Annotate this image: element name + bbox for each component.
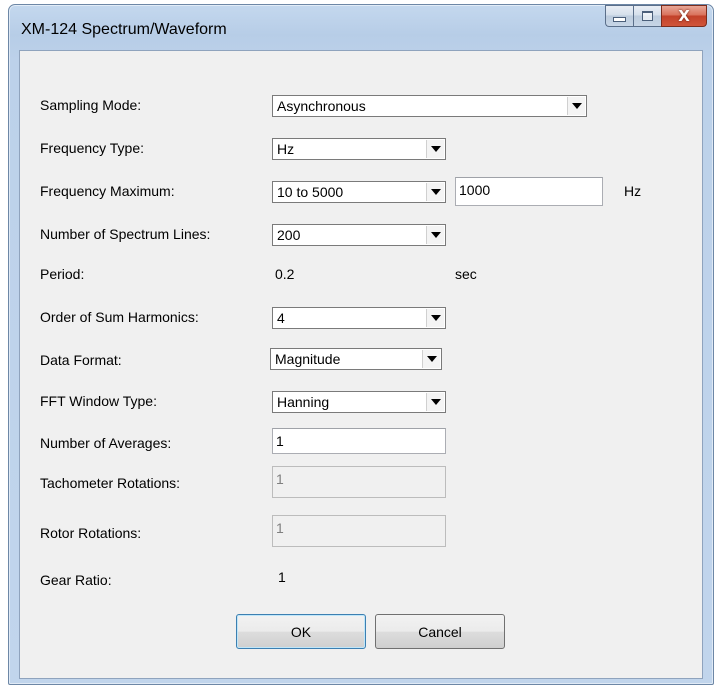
spectrum-lines-select[interactable]: 200 (272, 224, 446, 246)
spectrum-lines-label: Number of Spectrum Lines: (40, 226, 211, 242)
dropdown-button[interactable] (567, 97, 585, 115)
sampling-mode-value: Asynchronous (277, 98, 366, 114)
rotor-rotations-input[interactable]: 1 (272, 515, 446, 547)
chevron-down-icon (430, 315, 441, 321)
sum-harmonics-label: Order of Sum Harmonics: (40, 309, 199, 325)
sum-harmonics-value: 4 (277, 310, 285, 326)
chevron-down-icon (571, 103, 582, 109)
frequency-type-value: Hz (277, 141, 295, 157)
dropdown-button[interactable] (426, 140, 444, 158)
averages-label: Number of Averages: (40, 435, 172, 451)
fft-window-label: FFT Window Type: (40, 393, 157, 409)
fft-window-value: Hanning (277, 394, 330, 410)
dropdown-button[interactable] (426, 183, 444, 201)
sum-harmonics-select[interactable]: 4 (272, 307, 446, 329)
minimize-icon (613, 17, 626, 22)
data-format-value: Magnitude (275, 351, 341, 367)
dropdown-button[interactable] (426, 393, 444, 411)
dropdown-button[interactable] (426, 226, 444, 244)
dialog-window: XM-124 Spectrum/Waveform X Sampling Mode… (8, 4, 714, 685)
sampling-mode-label: Sampling Mode: (40, 97, 142, 113)
tachometer-rotations-label: Tachometer Rotations: (40, 475, 181, 491)
cancel-button[interactable]: Cancel (375, 614, 505, 649)
frequency-maximum-input[interactable]: 1000 (455, 177, 603, 206)
dialog-client-area: Sampling Mode: Asynchronous Frequency Ty… (19, 50, 703, 679)
rotor-rotations-label: Rotor Rotations: (40, 525, 142, 541)
minimize-button[interactable] (605, 5, 633, 27)
frequency-type-select[interactable]: Hz (272, 138, 446, 160)
chevron-down-icon (430, 232, 441, 238)
data-format-label: Data Format: (40, 352, 122, 368)
chevron-down-icon (430, 399, 441, 405)
spectrum-lines-value: 200 (277, 227, 301, 243)
maximize-button[interactable] (633, 5, 661, 27)
frequency-maximum-unit: Hz (624, 183, 642, 199)
gear-ratio-value: 1 (278, 569, 286, 585)
fft-window-select[interactable]: Hanning (272, 391, 446, 413)
sampling-mode-select[interactable]: Asynchronous (272, 95, 587, 117)
frequency-maximum-label: Frequency Maximum: (40, 183, 175, 199)
data-format-select[interactable]: Magnitude (270, 348, 442, 370)
gear-ratio-label: Gear Ratio: (40, 572, 112, 588)
period-value: 0.2 (275, 266, 295, 282)
dropdown-button[interactable] (426, 309, 444, 327)
maximize-icon (642, 11, 653, 21)
window-title: XM-124 Spectrum/Waveform (21, 21, 227, 38)
caption-buttons: X (605, 5, 707, 27)
tachometer-rotations-input[interactable]: 1 (272, 466, 446, 498)
frequency-range-value: 10 to 5000 (277, 184, 344, 200)
averages-input[interactable]: 1 (272, 428, 446, 454)
period-unit: sec (455, 266, 477, 282)
ok-button[interactable]: OK (236, 614, 366, 649)
chevron-down-icon (430, 189, 441, 195)
chevron-down-icon (430, 146, 441, 152)
close-button[interactable]: X (661, 5, 707, 27)
period-label: Period: (40, 266, 85, 282)
frequency-range-select[interactable]: 10 to 5000 (272, 181, 446, 203)
chevron-down-icon (426, 356, 437, 362)
dropdown-button[interactable] (422, 350, 440, 368)
frequency-type-label: Frequency Type: (40, 140, 145, 156)
close-icon: X (678, 6, 690, 25)
